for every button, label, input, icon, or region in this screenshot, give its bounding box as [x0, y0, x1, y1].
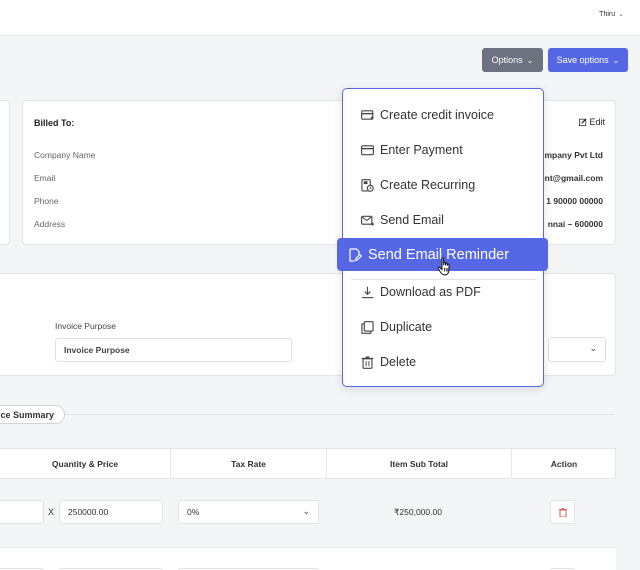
invoice-summary-tab[interactable]: ce Summary	[0, 405, 65, 424]
company-name-value: mpany Pvt Ltd	[544, 150, 603, 160]
chevron-down-icon: ⌄	[612, 55, 620, 65]
summary-divider	[60, 414, 615, 415]
edit-icon	[578, 118, 587, 126]
quantity-input[interactable]	[0, 500, 44, 524]
menu-item-label: Delete	[380, 355, 417, 369]
menu-item-create-recurring[interactable]: Create Recurring	[343, 170, 545, 200]
user-menu[interactable]: Thiru ⌄	[599, 10, 624, 18]
menu-item-duplicate[interactable]: Duplicate	[343, 312, 545, 342]
menu-item-download-pdf[interactable]: Download as PDF	[343, 277, 545, 307]
options-button[interactable]: Options ⌄	[482, 48, 543, 72]
user-name: Thiru	[599, 11, 616, 18]
company-name-label: Company Name	[34, 150, 96, 160]
menu-item-label: Duplicate	[380, 320, 433, 334]
menu-item-label: Create credit invoice	[380, 108, 494, 122]
column-header-item-sub-total: Item Sub Total	[327, 449, 512, 479]
menu-item-send-email[interactable]: Send Email	[343, 205, 545, 235]
address-value: nnai – 600000	[547, 219, 603, 229]
edit-button[interactable]: Edit	[578, 117, 605, 127]
column-header-tax-rate: Tax Rate	[171, 449, 327, 479]
menu-item-enter-payment[interactable]: Enter Payment	[343, 135, 545, 165]
invoice-purpose-label: Invoice Purpose	[55, 321, 116, 331]
options-button-label: Options	[491, 55, 523, 65]
delete-row-button[interactable]	[550, 500, 575, 524]
chevron-down-icon: ⌄	[302, 506, 310, 516]
phone-label: Phone	[34, 196, 59, 206]
edit-label: Edit	[589, 117, 605, 127]
menu-item-label: Download as PDF	[380, 285, 481, 299]
billed-to-title: Billed To:	[34, 118, 75, 128]
chevron-down-icon: ⌄	[589, 343, 597, 353]
billed-from-card	[0, 100, 10, 245]
table-row	[0, 547, 616, 570]
email-value: ent@gmail.com	[539, 173, 603, 183]
mail-icon	[361, 215, 374, 226]
copy-icon	[361, 320, 374, 334]
multiply-sign: X	[48, 507, 55, 517]
chevron-down-icon: ⌄	[618, 11, 624, 18]
trash-icon	[361, 355, 374, 369]
top-bar: Thiru ⌄	[0, 0, 640, 36]
hand-cursor-icon	[437, 257, 450, 276]
chevron-down-icon: ⌄	[526, 55, 534, 65]
menu-item-label: Enter Payment	[380, 143, 463, 157]
save-options-button-label: Save options	[556, 55, 609, 65]
menu-item-label: Create Recurring	[380, 178, 476, 192]
trash-icon	[558, 507, 567, 517]
item-subtotal: ₹250,000.00	[394, 507, 442, 517]
card-icon	[361, 144, 374, 155]
tax-rate-value: 0%	[187, 507, 200, 517]
menu-item-delete[interactable]: Delete	[343, 347, 545, 377]
save-options-button[interactable]: Save options ⌄	[548, 48, 628, 72]
phone-value: 1 90000 00000	[546, 196, 603, 206]
column-header-quantity-price: Quantity & Price	[0, 449, 171, 479]
recurring-icon	[361, 178, 374, 192]
column-header-action: Action	[550, 459, 578, 469]
file-edit-icon	[349, 247, 362, 262]
download-icon	[361, 286, 374, 298]
address-label: Address	[34, 219, 66, 229]
menu-item-create-credit-invoice[interactable]: Create credit invoice	[343, 100, 545, 130]
tax-rate-select[interactable]: 0% ⌄	[178, 500, 319, 524]
email-label: Email	[34, 173, 56, 183]
menu-item-label: Send Email	[380, 213, 444, 227]
invoice-select[interactable]: ⌄	[548, 337, 606, 362]
invoice-purpose-input[interactable]: Invoice Purpose	[55, 338, 292, 362]
credit-card-plus-icon	[361, 109, 374, 120]
price-input[interactable]: 250000.00	[59, 500, 163, 524]
